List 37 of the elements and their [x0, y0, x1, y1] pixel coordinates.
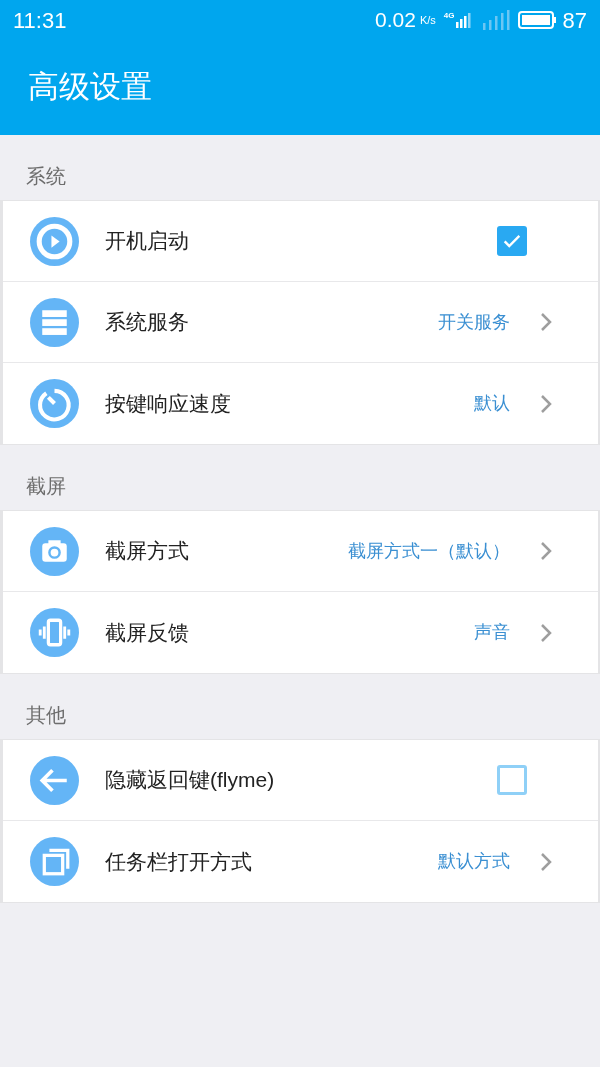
battery-icon	[517, 11, 556, 29]
windows-icon	[30, 837, 79, 886]
server-icon	[30, 297, 79, 347]
dial-icon	[30, 379, 79, 428]
play-icon	[30, 216, 79, 266]
section-header: 其他	[26, 702, 66, 728]
chevron-right-icon	[540, 851, 552, 872]
setting-label: 按键响应速度	[105, 390, 231, 417]
chevron-right-icon	[540, 393, 552, 414]
setting-label: 系统服务	[105, 309, 189, 336]
network-speed: 0.02	[375, 7, 416, 34]
setting-label: 隐藏返回键(flyme)	[105, 767, 275, 794]
setting-label: 开机启动	[105, 228, 189, 255]
signal-icon	[455, 11, 472, 29]
camera-icon	[30, 526, 79, 576]
setting-label: 任务栏打开方式	[105, 848, 252, 875]
setting-label: 截屏反馈	[105, 619, 189, 646]
battery-level: 87	[562, 6, 587, 35]
setting-label: 截屏方式	[105, 538, 189, 565]
checkbox[interactable]	[497, 226, 527, 256]
vibrate-icon	[30, 608, 79, 657]
setting-value: 声音	[474, 621, 510, 644]
chevron-right-icon	[540, 541, 552, 561]
setting-value: 默认	[474, 392, 510, 415]
chevron-right-icon	[540, 622, 552, 643]
network-type: 4G	[443, 10, 455, 22]
chevron-right-icon	[540, 312, 552, 332]
speed-unit: K/s	[419, 12, 436, 28]
checkbox[interactable]	[497, 765, 527, 795]
setting-value: 开关服务	[438, 310, 510, 334]
setting-value: 截屏方式一（默认）	[348, 539, 510, 563]
status-time: 11:31	[13, 6, 67, 35]
setting-value: 默认方式	[438, 850, 510, 873]
signal-icon	[481, 10, 510, 30]
page-title: 高级设置	[28, 68, 152, 107]
section-header: 系统	[26, 163, 66, 189]
section-header: 截屏	[26, 473, 66, 499]
